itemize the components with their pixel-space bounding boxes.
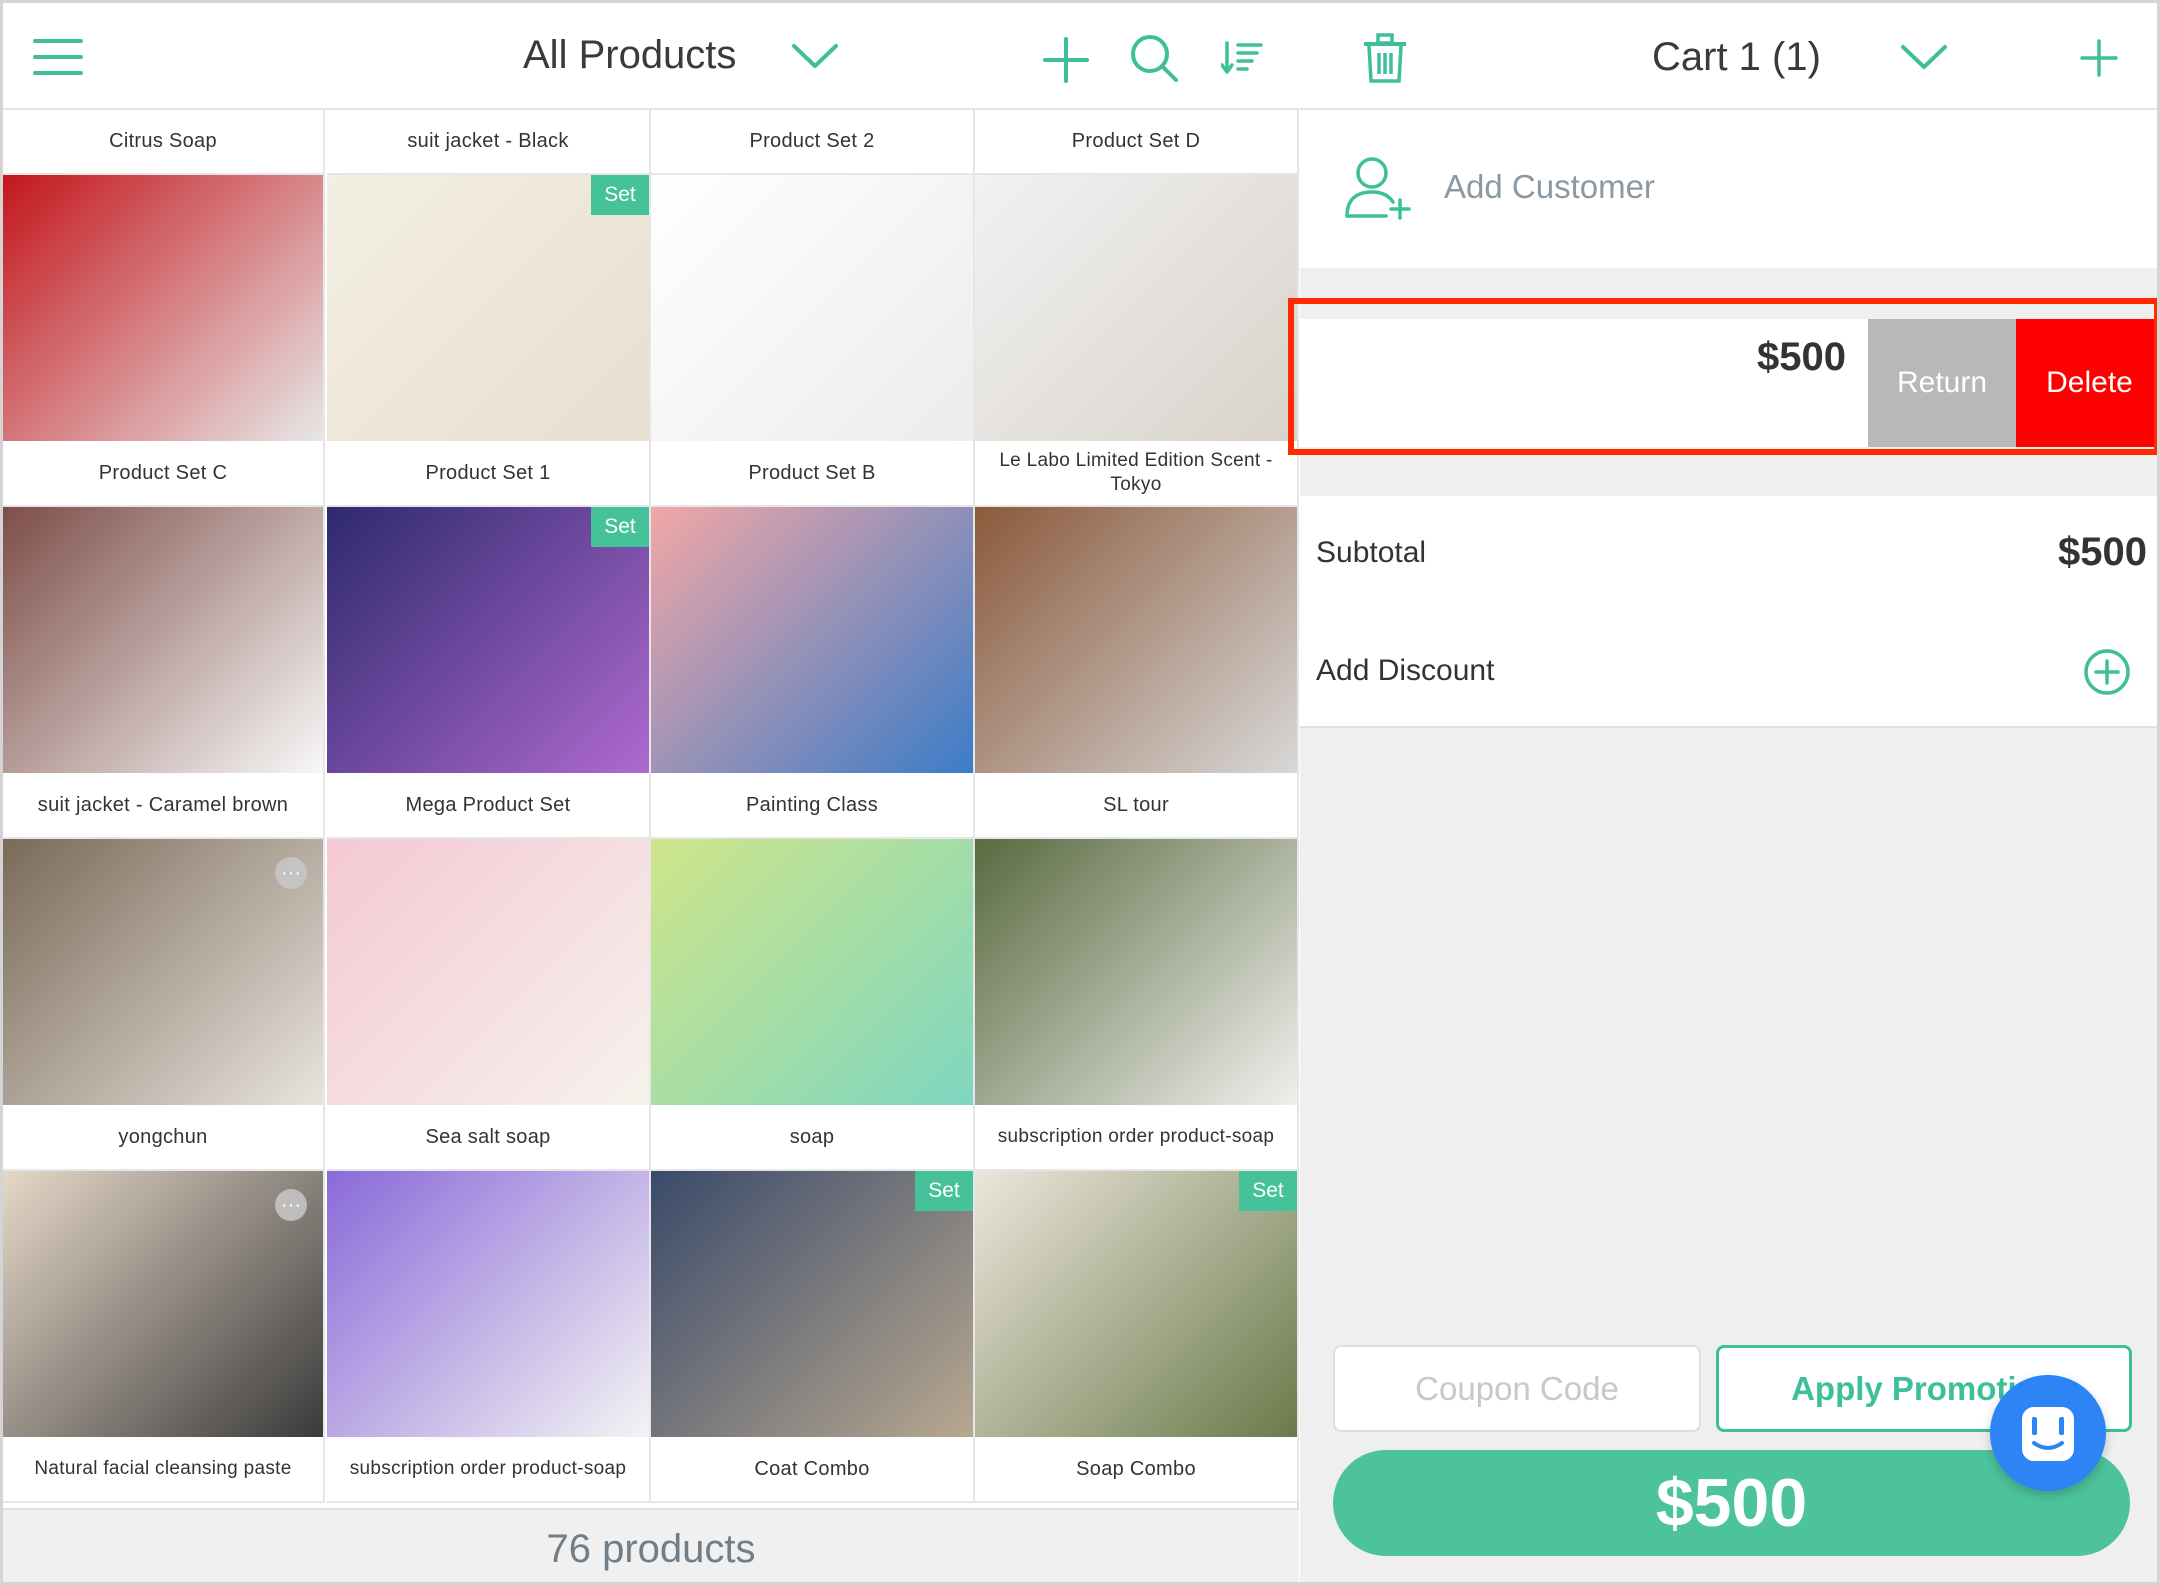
product-tile[interactable]: suit jacket - Caramel brown bbox=[3, 507, 325, 839]
chat-icon bbox=[2022, 1407, 2074, 1461]
product-toolbar: All Products bbox=[3, 3, 1299, 110]
product-tile[interactable]: Product Set 1 Set bbox=[327, 175, 651, 507]
product-image bbox=[651, 839, 973, 1107]
product-name: SL tour bbox=[975, 773, 1297, 837]
product-tile[interactable]: Mega Product Set Set bbox=[327, 507, 651, 839]
product-image bbox=[3, 175, 323, 443]
product-image bbox=[3, 507, 323, 775]
product-name: Product Set B bbox=[651, 441, 973, 505]
app-window: Citrus Soap suit jacket - Black Product Se… bbox=[0, 0, 2160, 1585]
product-tile[interactable]: Citrus Soap bbox=[3, 110, 325, 175]
product-tile[interactable]: yongchun ··· bbox=[3, 839, 325, 1171]
product-name: Product Set D bbox=[975, 110, 1297, 173]
product-tile[interactable]: Coat Combo Set bbox=[651, 1171, 975, 1503]
product-image bbox=[327, 507, 649, 775]
product-name: Product Set 1 bbox=[327, 441, 649, 505]
product-tile[interactable]: soap bbox=[651, 839, 975, 1171]
product-image bbox=[651, 175, 973, 443]
add-user-icon bbox=[1345, 157, 1411, 220]
set-badge: Set bbox=[591, 175, 649, 215]
cart-panel: Cart 1 (1) Add Customer $500 Return Dele bbox=[1300, 3, 2157, 1582]
product-tile[interactable]: suit jacket - Black bbox=[327, 110, 651, 175]
product-count: 76 products bbox=[3, 1508, 1299, 1582]
product-image bbox=[327, 1171, 649, 1439]
product-name: suit jacket - Black bbox=[327, 110, 649, 173]
chevron-down-icon[interactable] bbox=[1900, 43, 1948, 71]
product-image bbox=[651, 1171, 973, 1439]
product-name: soap bbox=[651, 1105, 973, 1169]
product-image bbox=[975, 839, 1297, 1107]
product-tile[interactable]: Le Labo Limited Edition Scent - Tokyo bbox=[975, 175, 1299, 507]
product-name: Product Set C bbox=[3, 441, 323, 505]
chevron-down-icon[interactable] bbox=[790, 41, 840, 71]
search-icon[interactable] bbox=[1129, 33, 1179, 83]
add-discount-icon[interactable] bbox=[2083, 648, 2131, 696]
product-name: Mega Product Set bbox=[327, 773, 649, 837]
product-name: Coat Combo bbox=[651, 1437, 973, 1501]
product-image bbox=[327, 175, 649, 443]
product-name: subscription order product-soap bbox=[327, 1437, 649, 1501]
add-customer-row[interactable]: Add Customer bbox=[1300, 110, 2157, 268]
product-tile[interactable]: Product Set 2 bbox=[651, 110, 975, 175]
product-tile[interactable]: Natural facial cleansing paste ··· bbox=[3, 1171, 325, 1503]
product-name: Product Set 2 bbox=[651, 110, 973, 173]
product-image bbox=[651, 507, 973, 775]
product-tile[interactable]: Product Set C bbox=[3, 175, 325, 507]
product-image bbox=[975, 507, 1297, 775]
more-icon[interactable]: ··· bbox=[275, 857, 307, 889]
product-tile[interactable]: SL tour bbox=[975, 507, 1299, 839]
cart-summary: Subtotal $500 Add Discount bbox=[1300, 496, 2157, 728]
product-name: Citrus Soap bbox=[3, 110, 323, 173]
product-image bbox=[327, 839, 649, 1107]
chat-launcher[interactable] bbox=[1990, 1375, 2106, 1491]
product-name: Sea salt soap bbox=[327, 1105, 649, 1169]
product-name: Le Labo Limited Edition Scent - Tokyo bbox=[975, 441, 1297, 505]
product-tile[interactable]: Painting Class bbox=[651, 507, 975, 839]
product-image bbox=[975, 175, 1297, 443]
trash-icon[interactable] bbox=[1362, 33, 1408, 83]
product-panel: Citrus Soap suit jacket - Black Product Se… bbox=[3, 3, 1299, 1582]
product-name: subscription order product-soap bbox=[975, 1105, 1297, 1169]
add-discount-label[interactable]: Add Discount bbox=[1316, 654, 1494, 688]
menu-icon[interactable] bbox=[33, 39, 83, 75]
subtotal-label: Subtotal bbox=[1316, 536, 1427, 569]
product-list-title[interactable]: All Products bbox=[523, 33, 736, 78]
product-name: yongchun bbox=[3, 1105, 323, 1169]
product-name: Soap Combo bbox=[975, 1437, 1297, 1501]
more-icon[interactable]: ··· bbox=[275, 1189, 307, 1221]
product-tile[interactable]: Product Set B bbox=[651, 175, 975, 507]
add-customer-label: Add Customer bbox=[1444, 168, 1655, 205]
cart-line-item[interactable]: $500 Return Delete bbox=[1300, 319, 2157, 447]
product-name: Natural facial cleansing paste bbox=[3, 1437, 323, 1501]
product-tile[interactable]: subscription order product-soap bbox=[975, 839, 1299, 1171]
product-tile[interactable]: Sea salt soap bbox=[327, 839, 651, 1171]
product-image bbox=[3, 839, 323, 1107]
set-badge: Set bbox=[591, 507, 649, 547]
set-badge: Set bbox=[1239, 1171, 1297, 1211]
coupon-code-input[interactable] bbox=[1333, 1345, 1701, 1432]
product-name: Painting Class bbox=[651, 773, 973, 837]
subtotal-value: $500 bbox=[2058, 530, 2147, 574]
product-tile[interactable]: subscription order product-soap bbox=[327, 1171, 651, 1503]
delete-button[interactable]: Delete bbox=[2016, 319, 2157, 447]
plus-icon[interactable] bbox=[1043, 37, 1089, 83]
product-image bbox=[3, 1171, 323, 1439]
sort-icon[interactable] bbox=[1221, 41, 1263, 75]
set-badge: Set bbox=[915, 1171, 973, 1211]
line-item-price: $500 bbox=[1757, 335, 1846, 379]
product-tile[interactable]: Soap Combo Set bbox=[975, 1171, 1299, 1503]
product-image bbox=[975, 1171, 1297, 1439]
cart-toolbar: Cart 1 (1) bbox=[1300, 3, 2157, 110]
product-name: suit jacket - Caramel brown bbox=[3, 773, 323, 837]
product-tile[interactable]: Product Set D bbox=[975, 110, 1299, 175]
cart-title[interactable]: Cart 1 (1) bbox=[1652, 35, 1821, 80]
return-button[interactable]: Return bbox=[1868, 319, 2016, 447]
add-cart-icon[interactable] bbox=[2080, 39, 2118, 77]
product-grid: Citrus Soap suit jacket - Black Product Se… bbox=[3, 110, 1299, 1508]
